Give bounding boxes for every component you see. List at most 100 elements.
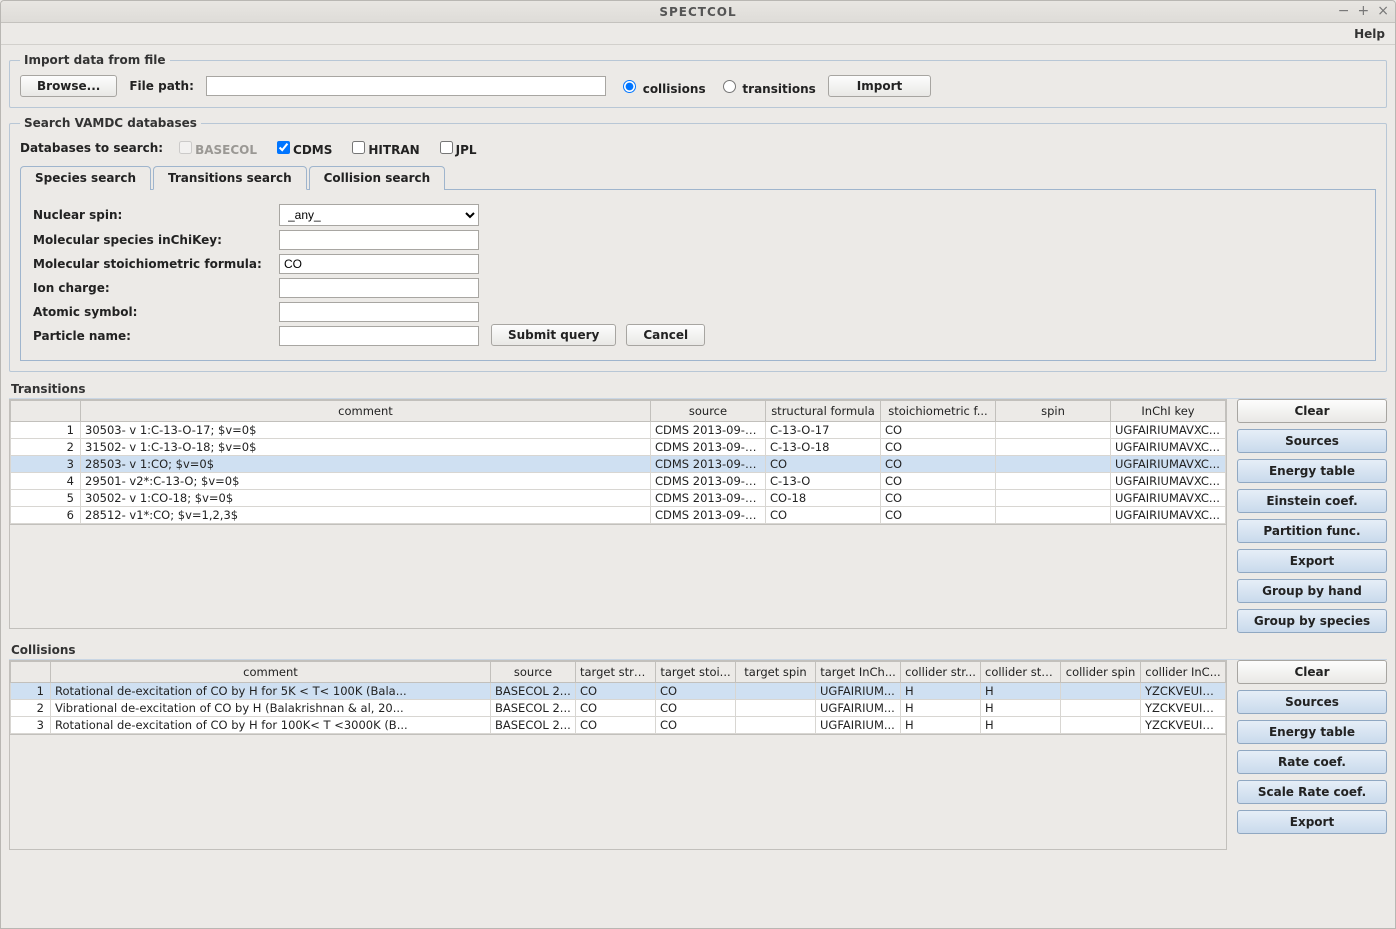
coll-clear-button[interactable]: Clear [1237,660,1387,684]
table-row[interactable]: 130503- v 1:C-13-O-17; $v=0$CDMS 2013-09… [11,422,1226,439]
cell [996,507,1111,524]
db-cdms-wrap[interactable]: CDMS [273,138,332,157]
nuclear-spin-select[interactable]: _any_ [279,204,479,226]
particle-name-input[interactable] [279,326,479,346]
db-hitran-check[interactable] [352,141,365,154]
collisions-table-wrap: commentsourcetarget stru...target stoi..… [9,660,1227,850]
cell: 3 [11,717,51,734]
column-header[interactable]: InChI key [1111,401,1226,422]
table-row[interactable]: 628512- v1*:CO; $v=1,2,3$CDMS 2013-09-0.… [11,507,1226,524]
cell: CDMS 2013-09-0... [651,473,766,490]
import-panel: Import data from file Browse... File pat… [9,53,1387,108]
cell: H [901,683,981,700]
column-header[interactable]: target stru... [576,662,656,683]
radio-transitions-wrap[interactable]: transitions [718,77,816,96]
tab-species[interactable]: Species search [20,166,151,190]
column-header[interactable]: structural formula [766,401,881,422]
table-row[interactable]: 1Rotational de-excitation of CO by H for… [11,683,1226,700]
table-row[interactable]: 530502- v 1:CO-18; $v=0$CDMS 2013-09-0..… [11,490,1226,507]
cell: 29501- v2*:C-13-O; $v=0$ [81,473,651,490]
stoich-label: Molecular stoichiometric formula: [33,257,273,271]
db-jpl-check[interactable] [440,141,453,154]
db-basecol-wrap[interactable]: BASECOL [175,138,257,157]
transitions-table-wrap: commentsourcestructural formulastoichiom… [9,399,1227,629]
trans-group-species-button[interactable]: Group by species [1237,609,1387,633]
coll-rate-button[interactable]: Rate coef. [1237,750,1387,774]
cell: H [901,717,981,734]
stoich-input[interactable] [279,254,479,274]
coll-energy-button[interactable]: Energy table [1237,720,1387,744]
transitions-table[interactable]: commentsourcestructural formulastoichiom… [10,400,1226,524]
cell: CDMS 2013-09-0... [651,456,766,473]
radio-collisions-wrap[interactable]: collisions [618,77,706,96]
coll-sources-button[interactable]: Sources [1237,690,1387,714]
trans-energy-button[interactable]: Energy table [1237,459,1387,483]
cancel-button[interactable]: Cancel [626,324,705,346]
cell: UGFAIRIUMAVXC... [1111,507,1226,524]
column-header[interactable]: collider str... [901,662,981,683]
table-row[interactable]: 328503- v 1:CO; $v=0$CDMS 2013-09-0...CO… [11,456,1226,473]
column-header[interactable]: target stoi... [656,662,736,683]
cell: YZCKVEUIG... [1141,717,1226,734]
column-header[interactable]: collider sto... [981,662,1061,683]
column-header[interactable]: source [491,662,576,683]
tab-transitions[interactable]: Transitions search [153,166,307,190]
trans-einstein-button[interactable]: Einstein coef. [1237,489,1387,513]
column-header[interactable]: collider spin [1061,662,1141,683]
cell: H [981,717,1061,734]
db-cdms-check[interactable] [277,141,290,154]
maximize-icon[interactable]: + [1358,3,1370,19]
menu-help[interactable]: Help [1354,27,1385,41]
nuclear-spin-label: Nuclear spin: [33,208,273,222]
column-header[interactable]: source [651,401,766,422]
window-title: SPECTCOL [659,5,736,19]
radio-collisions[interactable] [623,80,636,93]
browse-button[interactable]: Browse... [20,75,117,97]
column-header[interactable]: comment [81,401,651,422]
cell: CO [881,490,996,507]
search-panel: Search VAMDC databases Databases to sear… [9,116,1387,372]
table-row[interactable]: 3Rotational de-excitation of CO by H for… [11,717,1226,734]
column-header[interactable]: comment [51,662,491,683]
tab-collision[interactable]: Collision search [309,166,446,190]
cell: BASECOL 2... [491,700,576,717]
coll-scale-button[interactable]: Scale Rate coef. [1237,780,1387,804]
db-hitran-wrap[interactable]: HITRAN [348,138,419,157]
column-header[interactable] [11,401,81,422]
trans-export-button[interactable]: Export [1237,549,1387,573]
cell: CO [576,717,656,734]
column-header[interactable]: target InCh... [816,662,901,683]
coll-export-button[interactable]: Export [1237,810,1387,834]
cell: CO [656,700,736,717]
table-row[interactable]: 231502- v 1:C-13-O-18; $v=0$CDMS 2013-09… [11,439,1226,456]
table-row[interactable]: 429501- v2*:C-13-O; $v=0$CDMS 2013-09-0.… [11,473,1226,490]
submit-query-button[interactable]: Submit query [491,324,616,346]
close-icon[interactable]: × [1377,3,1389,19]
column-header[interactable]: target spin [736,662,816,683]
cell [1061,700,1141,717]
ion-charge-input[interactable] [279,278,479,298]
minimize-icon[interactable]: − [1338,3,1350,19]
inchikey-input[interactable] [279,230,479,250]
transitions-section: Transitions commentsourcestructural form… [9,380,1387,633]
trans-clear-button[interactable]: Clear [1237,399,1387,423]
column-header[interactable]: spin [996,401,1111,422]
import-button[interactable]: Import [828,75,931,97]
trans-group-hand-button[interactable]: Group by hand [1237,579,1387,603]
cell [996,422,1111,439]
atomic-symbol-input[interactable] [279,302,479,322]
column-header[interactable]: stoichiometric f... [881,401,996,422]
trans-sources-button[interactable]: Sources [1237,429,1387,453]
cell: UGFAIRIUMAVXC... [1111,490,1226,507]
transitions-heading: Transitions [9,380,1387,398]
db-jpl-wrap[interactable]: JPL [436,138,477,157]
column-header[interactable]: collider InC... [1141,662,1226,683]
collisions-table[interactable]: commentsourcetarget stru...target stoi..… [10,661,1226,734]
radio-transitions[interactable] [723,80,736,93]
trans-partition-button[interactable]: Partition func. [1237,519,1387,543]
file-path-input[interactable] [206,76,606,96]
cell: CDMS 2013-09-0... [651,422,766,439]
column-header[interactable] [11,662,51,683]
cell: C-13-O-18 [766,439,881,456]
table-row[interactable]: 2Vibrational de-excitation of CO by H (B… [11,700,1226,717]
